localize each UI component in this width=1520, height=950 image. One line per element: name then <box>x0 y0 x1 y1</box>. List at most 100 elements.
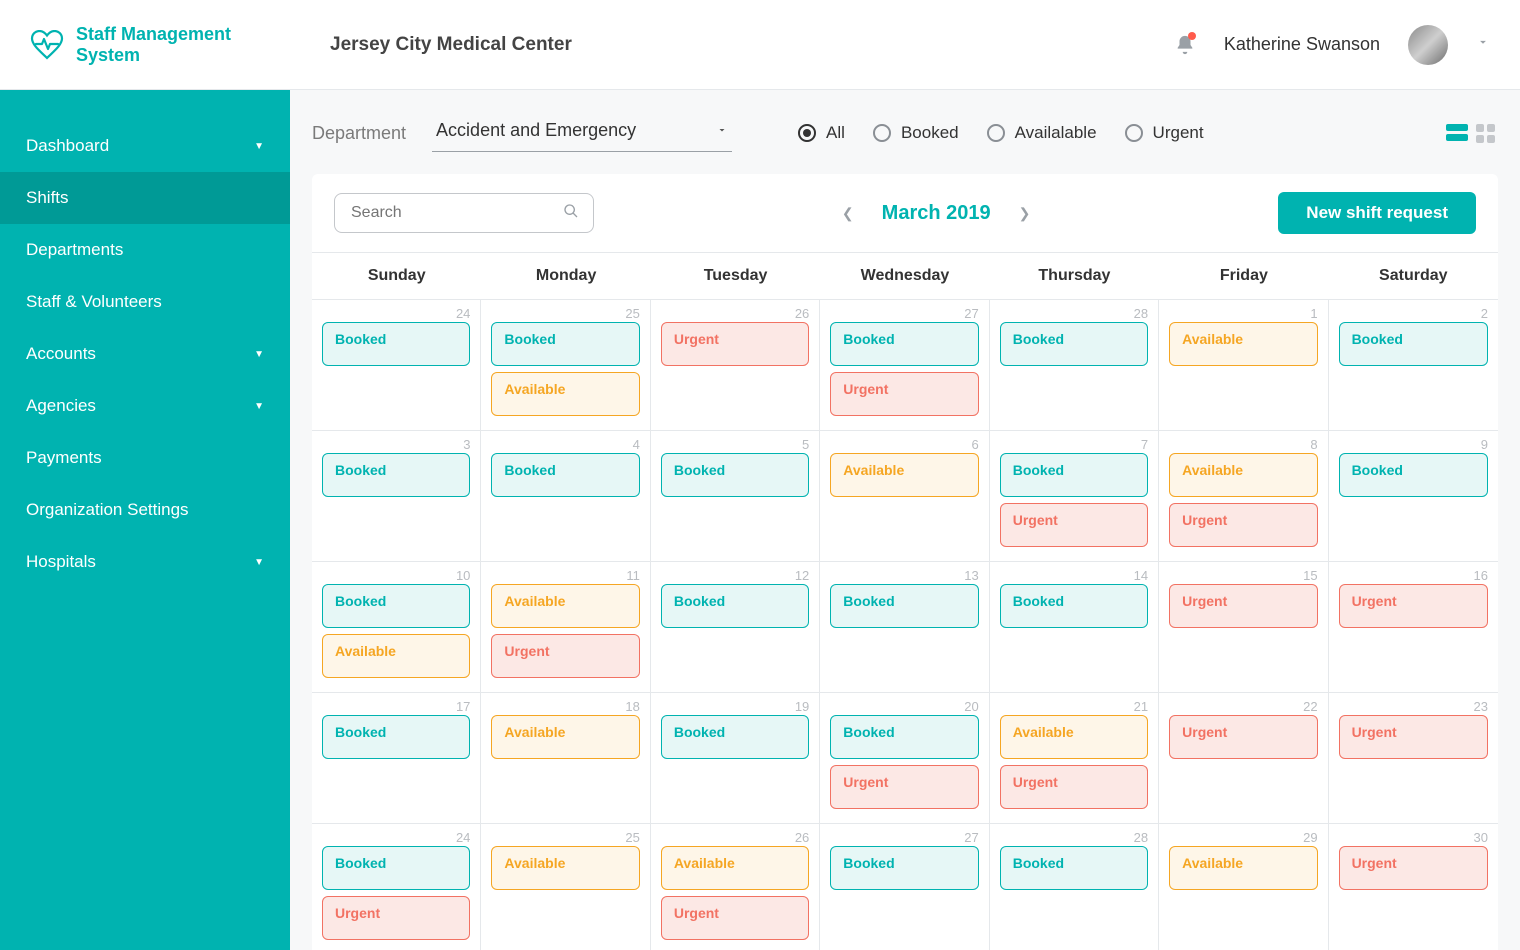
calendar-cell[interactable]: 17Booked <box>312 693 481 824</box>
shift-booked[interactable]: Booked <box>322 846 470 890</box>
shift-booked[interactable]: Booked <box>830 715 978 759</box>
calendar-cell[interactable]: 29Available <box>1159 824 1328 950</box>
calendar-cell[interactable]: 15Urgent <box>1159 562 1328 693</box>
shift-booked[interactable]: Booked <box>491 322 639 366</box>
shift-booked[interactable]: Booked <box>830 584 978 628</box>
shift-available[interactable]: Available <box>1169 322 1317 366</box>
shift-booked[interactable]: Booked <box>661 453 809 497</box>
shift-urgent[interactable]: Urgent <box>1000 503 1148 547</box>
shift-urgent[interactable]: Urgent <box>322 896 470 940</box>
calendar-cell[interactable]: 5Booked <box>651 431 820 562</box>
calendar-cell[interactable]: 2Booked <box>1329 300 1498 431</box>
filter-urgent[interactable]: Urgent <box>1125 123 1204 143</box>
calendar-cell[interactable]: 8AvailableUrgent <box>1159 431 1328 562</box>
avatar[interactable] <box>1408 25 1448 65</box>
chevron-down-icon[interactable] <box>1476 35 1490 54</box>
calendar-cell[interactable]: 30Urgent <box>1329 824 1498 950</box>
shift-booked[interactable]: Booked <box>661 584 809 628</box>
calendar-cell[interactable]: 27Booked <box>820 824 989 950</box>
calendar-cell[interactable]: 7BookedUrgent <box>990 431 1159 562</box>
calendar-cell[interactable]: 21AvailableUrgent <box>990 693 1159 824</box>
shift-urgent[interactable]: Urgent <box>830 765 978 809</box>
shift-urgent[interactable]: Urgent <box>1169 715 1317 759</box>
calendar-cell[interactable]: 24BookedUrgent <box>312 824 481 950</box>
shift-available[interactable]: Available <box>491 372 639 416</box>
calendar-cell[interactable]: 19Booked <box>651 693 820 824</box>
sidebar-item-departments[interactable]: Departments <box>0 224 290 276</box>
filter-all[interactable]: All <box>798 123 845 143</box>
shift-available[interactable]: Available <box>491 584 639 628</box>
calendar-cell[interactable]: 14Booked <box>990 562 1159 693</box>
calendar-cell[interactable]: 28Booked <box>990 300 1159 431</box>
shift-booked[interactable]: Booked <box>322 322 470 366</box>
shift-booked[interactable]: Booked <box>1339 453 1488 497</box>
filter-booked[interactable]: Booked <box>873 123 959 143</box>
shift-urgent[interactable]: Urgent <box>1169 584 1317 628</box>
calendar-cell[interactable]: 9Booked <box>1329 431 1498 562</box>
sidebar-item-shifts[interactable]: Shifts <box>0 172 290 224</box>
calendar-cell[interactable]: 26Urgent <box>651 300 820 431</box>
shift-available[interactable]: Available <box>1169 846 1317 890</box>
calendar-cell[interactable]: 18Available <box>481 693 650 824</box>
shift-booked[interactable]: Booked <box>1000 453 1148 497</box>
sidebar-item-dashboard[interactable]: Dashboard▼ <box>0 120 290 172</box>
sidebar-item-agencies[interactable]: Agencies▼ <box>0 380 290 432</box>
shift-urgent[interactable]: Urgent <box>1339 846 1488 890</box>
calendar-cell[interactable]: 6Available <box>820 431 989 562</box>
sidebar-item-organization-settings[interactable]: Organization Settings <box>0 484 290 536</box>
calendar-cell[interactable]: 25BookedAvailable <box>481 300 650 431</box>
shift-booked[interactable]: Booked <box>491 453 639 497</box>
calendar-cell[interactable]: 3Booked <box>312 431 481 562</box>
calendar-cell[interactable]: 22Urgent <box>1159 693 1328 824</box>
shift-available[interactable]: Available <box>491 715 639 759</box>
grid-view-icon[interactable] <box>1476 124 1498 142</box>
shift-booked[interactable]: Booked <box>661 715 809 759</box>
sidebar-item-staff-volunteers[interactable]: Staff & Volunteers <box>0 276 290 328</box>
search-input[interactable] <box>334 193 594 233</box>
shift-urgent[interactable]: Urgent <box>1339 715 1488 759</box>
calendar-cell[interactable]: 16Urgent <box>1329 562 1498 693</box>
shift-urgent[interactable]: Urgent <box>661 896 809 940</box>
shift-booked[interactable]: Booked <box>830 322 978 366</box>
shift-urgent[interactable]: Urgent <box>661 322 809 366</box>
search-field[interactable] <box>349 203 563 223</box>
calendar-cell[interactable]: 25Available <box>481 824 650 950</box>
shift-urgent[interactable]: Urgent <box>1000 765 1148 809</box>
shift-available[interactable]: Available <box>491 846 639 890</box>
next-month-icon[interactable]: ❯ <box>1019 205 1031 222</box>
filter-availalable[interactable]: Availalable <box>987 123 1097 143</box>
shift-available[interactable]: Available <box>830 453 978 497</box>
sidebar-item-hospitals[interactable]: Hospitals▼ <box>0 536 290 588</box>
logo[interactable]: Staff Management System <box>30 24 300 66</box>
new-shift-button[interactable]: New shift request <box>1278 192 1476 234</box>
calendar-cell[interactable]: 11AvailableUrgent <box>481 562 650 693</box>
shift-available[interactable]: Available <box>322 634 470 678</box>
shift-urgent[interactable]: Urgent <box>491 634 639 678</box>
shift-booked[interactable]: Booked <box>322 584 470 628</box>
department-select[interactable]: Accident and Emergency <box>432 114 732 152</box>
shift-available[interactable]: Available <box>1169 453 1317 497</box>
calendar-cell[interactable]: 4Booked <box>481 431 650 562</box>
shift-urgent[interactable]: Urgent <box>1339 584 1488 628</box>
notifications-icon[interactable] <box>1174 34 1196 56</box>
shift-booked[interactable]: Booked <box>1000 584 1148 628</box>
calendar-cell[interactable]: 20BookedUrgent <box>820 693 989 824</box>
shift-urgent[interactable]: Urgent <box>830 372 978 416</box>
list-view-icon[interactable] <box>1446 124 1468 142</box>
calendar-cell[interactable]: 12Booked <box>651 562 820 693</box>
shift-booked[interactable]: Booked <box>830 846 978 890</box>
calendar-cell[interactable]: 26AvailableUrgent <box>651 824 820 950</box>
shift-booked[interactable]: Booked <box>1000 322 1148 366</box>
shift-booked[interactable]: Booked <box>1000 846 1148 890</box>
calendar-cell[interactable]: 24Booked <box>312 300 481 431</box>
sidebar-item-accounts[interactable]: Accounts▼ <box>0 328 290 380</box>
sidebar-item-payments[interactable]: Payments <box>0 432 290 484</box>
calendar-cell[interactable]: 27BookedUrgent <box>820 300 989 431</box>
prev-month-icon[interactable]: ❮ <box>842 205 854 222</box>
shift-booked[interactable]: Booked <box>322 453 470 497</box>
calendar-cell[interactable]: 13Booked <box>820 562 989 693</box>
calendar-cell[interactable]: 23Urgent <box>1329 693 1498 824</box>
calendar-cell[interactable]: 10BookedAvailable <box>312 562 481 693</box>
calendar-cell[interactable]: 28Booked <box>990 824 1159 950</box>
shift-urgent[interactable]: Urgent <box>1169 503 1317 547</box>
